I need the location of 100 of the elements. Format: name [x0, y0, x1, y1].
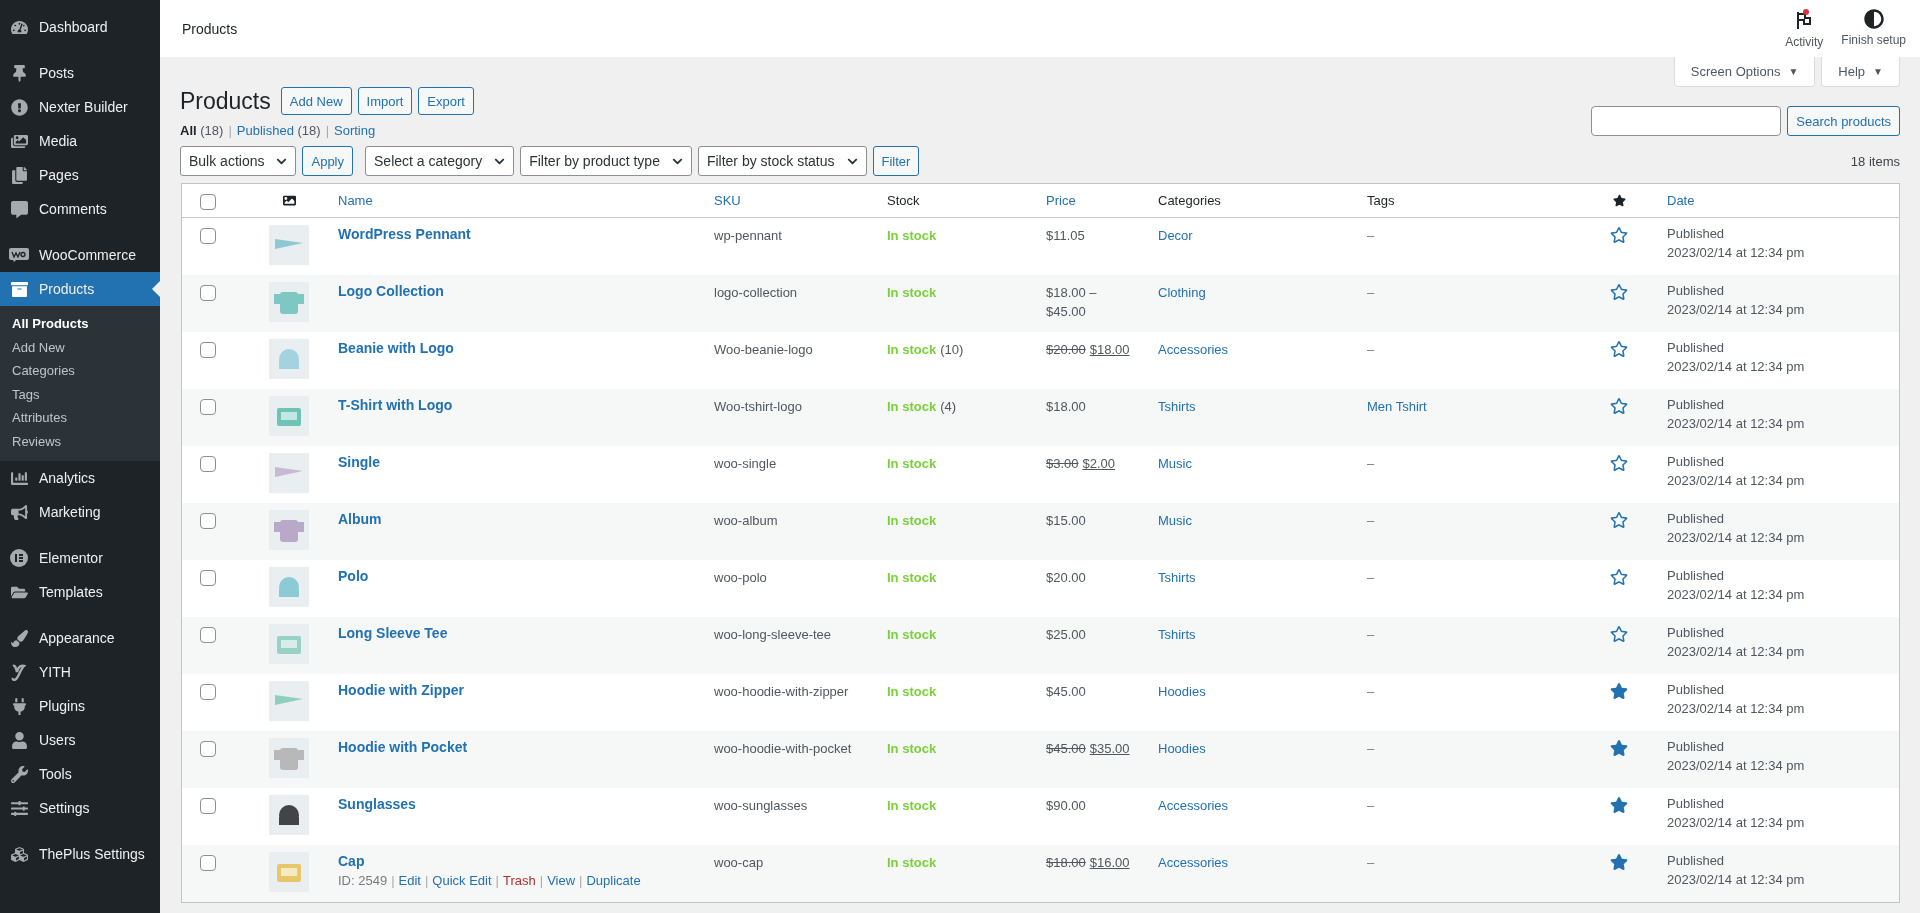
filter-button[interactable]: Filter [872, 146, 920, 176]
checkbox[interactable] [200, 627, 216, 643]
column-header[interactable]: SKU [714, 193, 741, 208]
search-button[interactable]: Search products [1787, 106, 1900, 136]
sidebar-item[interactable]: Posts [0, 56, 160, 90]
checkbox[interactable] [200, 456, 216, 472]
submenu-item[interactable]: All Products [0, 312, 160, 336]
sidebar-item[interactable]: Analytics [0, 461, 160, 495]
row-action-link[interactable]: Quick Edit [432, 873, 492, 888]
featured-star-icon[interactable] [1610, 283, 1628, 301]
category-link[interactable]: Music [1158, 455, 1192, 471]
header-button[interactable]: Export [418, 87, 474, 115]
tag-link[interactable]: Men Tshirt [1367, 398, 1427, 414]
featured-star-icon[interactable] [1610, 397, 1628, 415]
category-link[interactable]: Clothing [1158, 284, 1206, 300]
featured-star-icon[interactable] [1610, 853, 1628, 871]
product-name-link[interactable]: Hoodie with Pocket [338, 739, 694, 755]
sidebar-item[interactable]: YITH [0, 655, 160, 689]
product-name-link[interactable]: Album [338, 511, 694, 527]
sidebar-item[interactable]: Appearance [0, 621, 160, 655]
apply-button[interactable]: Apply [302, 146, 353, 176]
product-name-link[interactable]: Cap [338, 853, 694, 869]
filter-select[interactable]: Filter by stock status [697, 146, 867, 176]
row-action-link[interactable]: Trash [503, 873, 536, 888]
column-header[interactable]: Price [1046, 193, 1076, 208]
sidebar-item[interactable]: Templates [0, 575, 160, 609]
product-name-link[interactable]: Logo Collection [338, 283, 694, 299]
submenu-item[interactable]: Reviews [0, 429, 160, 453]
header-button[interactable]: Add New [280, 87, 352, 115]
status-link[interactable]: Published (18) [236, 123, 321, 138]
featured-star-icon[interactable] [1610, 796, 1628, 814]
status-link[interactable]: Sorting [334, 123, 376, 138]
featured-star-icon[interactable] [1610, 340, 1628, 358]
sidebar-item[interactable]: Nexter Builder [0, 90, 160, 124]
row-action-link[interactable]: Duplicate [586, 873, 641, 888]
category-link[interactable]: Accessories [1158, 854, 1229, 870]
checkbox[interactable] [200, 798, 216, 814]
top-bar-button[interactable]: Activity [1785, 8, 1824, 49]
featured-star-icon[interactable] [1610, 625, 1628, 643]
submenu-item[interactable]: Categories [0, 359, 160, 383]
sidebar-item[interactable]: Dashboard [0, 10, 160, 44]
featured-star-icon[interactable] [1610, 454, 1628, 472]
featured-star-icon[interactable] [1610, 568, 1628, 586]
status-link[interactable]: All (18) [180, 123, 224, 138]
category-link[interactable]: Hoodies [1158, 683, 1206, 699]
category-link[interactable]: Accessories [1158, 341, 1229, 357]
filter-select[interactable]: Filter by product type [520, 146, 692, 176]
top-bar-button[interactable]: Finish setup [1841, 8, 1906, 49]
sidebar-item[interactable]: Media [0, 124, 160, 158]
sidebar-item[interactable]: WooCommerce [0, 238, 160, 272]
checkbox[interactable] [200, 741, 216, 757]
checkbox[interactable] [200, 513, 216, 529]
category-link[interactable]: Decor [1158, 227, 1193, 243]
row-action-link[interactable]: View [547, 873, 576, 888]
search-field[interactable] [1591, 106, 1782, 136]
filter-select[interactable]: Select a category [365, 146, 515, 176]
product-name-link[interactable]: Sunglasses [338, 796, 694, 812]
sidebar-item[interactable]: Plugins [0, 689, 160, 723]
column-header[interactable]: Date [1667, 193, 1695, 208]
featured-star-icon[interactable] [1610, 226, 1628, 244]
sidebar-item[interactable]: ThePlus Settings [0, 837, 160, 871]
screen-tab[interactable]: Help ▼ [1821, 57, 1900, 87]
featured-star-icon[interactable] [1610, 682, 1628, 700]
row-action-link[interactable]: Edit [398, 873, 421, 888]
product-name-link[interactable]: Beanie with Logo [338, 340, 694, 356]
checkbox[interactable] [200, 193, 216, 210]
category-link[interactable]: Tshirts [1158, 398, 1196, 414]
sidebar-item[interactable]: Pages [0, 158, 160, 192]
submenu-item[interactable]: Add New [0, 335, 160, 359]
submenu-item[interactable]: Tags [0, 382, 160, 406]
header-button[interactable]: Import [357, 87, 413, 115]
checkbox[interactable] [200, 342, 216, 358]
sidebar-item[interactable]: Products [0, 272, 160, 306]
sidebar-item[interactable]: Settings [0, 791, 160, 825]
category-link[interactable]: Music [1158, 512, 1192, 528]
column-header[interactable]: Name [338, 193, 373, 208]
sidebar-item[interactable]: Tools [0, 757, 160, 791]
category-link[interactable]: Tshirts [1158, 626, 1196, 642]
category-link[interactable]: Tshirts [1158, 569, 1196, 585]
checkbox[interactable] [200, 855, 216, 871]
product-name-link[interactable]: Polo [338, 568, 694, 584]
bulk-actions-select[interactable]: Bulk actions [180, 146, 297, 176]
checkbox[interactable] [200, 570, 216, 586]
product-name-link[interactable]: Single [338, 454, 694, 470]
screen-tab[interactable]: Screen Options ▼ [1673, 57, 1816, 87]
checkbox[interactable] [200, 228, 216, 244]
product-name-link[interactable]: Long Sleeve Tee [338, 625, 694, 641]
product-name-link[interactable]: Hoodie with Zipper [338, 682, 694, 698]
category-link[interactable]: Hoodies [1158, 740, 1206, 756]
category-link[interactable]: Accessories [1158, 797, 1229, 813]
sidebar-item[interactable]: Comments [0, 192, 160, 226]
featured-star-icon[interactable] [1610, 739, 1628, 757]
checkbox[interactable] [200, 285, 216, 301]
sidebar-item[interactable]: Marketing [0, 495, 160, 529]
product-name-link[interactable]: WordPress Pennant [338, 226, 694, 242]
submenu-item[interactable]: Attributes [0, 406, 160, 430]
sidebar-item[interactable]: Users [0, 723, 160, 757]
checkbox[interactable] [200, 399, 216, 415]
featured-star-icon[interactable] [1610, 511, 1628, 529]
sidebar-item[interactable]: Elementor [0, 541, 160, 575]
